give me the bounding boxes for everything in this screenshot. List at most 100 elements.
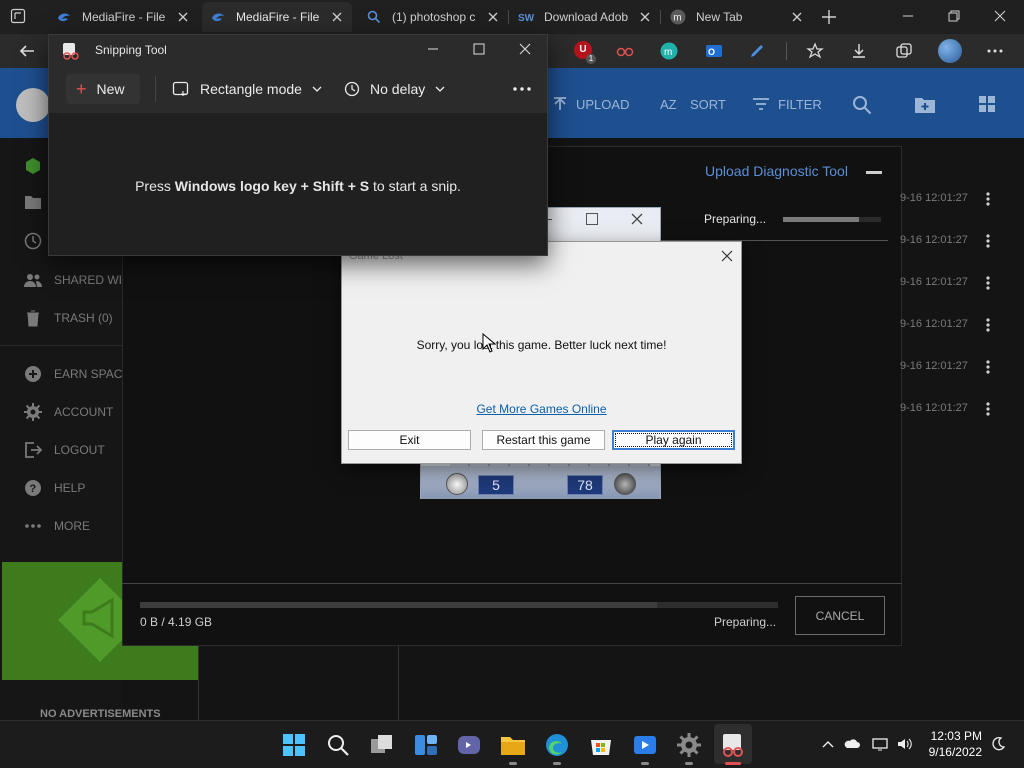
glasses-extension-icon[interactable] (616, 42, 634, 60)
upload-icon (554, 97, 566, 110)
volume-icon[interactable] (896, 736, 912, 752)
tab-actions-icon[interactable] (10, 8, 26, 24)
row-menu-icon[interactable] (984, 233, 992, 249)
taskbar-time[interactable]: 12:03 PM (930, 729, 982, 743)
minimize-icon[interactable] (426, 42, 440, 56)
folder-icon[interactable] (24, 194, 42, 210)
cancel-button[interactable]: CANCEL (795, 596, 885, 635)
transfer-size: 0 B / 4.19 GB (140, 615, 213, 629)
browser-tab[interactable]: (1) photoshop c (358, 2, 508, 32)
exit-button[interactable]: Exit (348, 430, 471, 450)
widgets-icon[interactable] (413, 732, 439, 758)
snipping-tool-taskbar-icon[interactable] (720, 732, 746, 758)
windows-start-icon[interactable] (281, 732, 307, 758)
no-ads-label: NO ADVERTISEMENTS (40, 708, 161, 720)
recent-clock-icon[interactable] (24, 232, 42, 250)
snip-mode-dropdown[interactable]: Rectangle mode (172, 80, 322, 98)
display-icon[interactable] (872, 736, 888, 752)
downloads-icon[interactable] (850, 42, 868, 60)
microsoft-store-icon[interactable] (588, 732, 614, 758)
more-menu-icon[interactable] (986, 42, 1004, 60)
pen-extension-icon[interactable] (748, 42, 766, 60)
browser-tab[interactable]: m New Tab (662, 2, 812, 32)
onedrive-cloud-icon[interactable] (844, 736, 860, 752)
filter-label: FILTER (778, 96, 822, 112)
close-icon[interactable] (638, 10, 652, 24)
browser-tab[interactable]: SW Download Adob (510, 2, 660, 32)
settings-gear-icon[interactable] (676, 732, 702, 758)
sidebar-item-trash[interactable]: TRASH (0) (24, 307, 113, 329)
close-window-icon[interactable] (990, 6, 1010, 26)
close-icon[interactable] (518, 42, 532, 56)
close-icon[interactable] (720, 249, 734, 263)
delay-dropdown[interactable]: No delay (344, 80, 445, 98)
minimize-icon[interactable] (898, 6, 918, 26)
row-menu-icon[interactable] (984, 359, 992, 375)
new-tab-icon[interactable] (820, 8, 838, 26)
sidebar-item-logout[interactable]: LOGOUT (24, 439, 105, 461)
upload-button[interactable]: UPLOAD (552, 93, 629, 115)
upload-row-timestamp: 9-16 12:01:27 (900, 360, 968, 372)
more-options-icon[interactable] (512, 86, 532, 92)
sidebar-item-help[interactable]: ? HELP (24, 477, 85, 499)
close-icon[interactable] (630, 212, 644, 226)
toolbar-divider (155, 76, 156, 102)
close-icon[interactable] (176, 10, 190, 24)
media-player-icon[interactable] (632, 732, 658, 758)
filter-button[interactable]: FILTER (752, 93, 822, 115)
taskbar-date[interactable]: 9/16/2022 (922, 745, 982, 759)
close-icon[interactable] (330, 10, 344, 24)
restart-game-button[interactable]: Restart this game (482, 430, 605, 450)
new-snip-button[interactable]: + New (66, 74, 140, 104)
teams-chat-icon[interactable] (456, 732, 482, 758)
tab-label: Download Adob (544, 10, 629, 24)
sidebar-item-label: TRASH (0) (54, 311, 113, 325)
outlook-extension-icon[interactable]: O (705, 42, 723, 60)
tab-divider (660, 10, 661, 24)
row-menu-icon[interactable] (984, 401, 992, 417)
help-icon: ? (25, 480, 41, 496)
snip-mode-label: Rectangle mode (200, 81, 302, 97)
chevron-up-icon[interactable] (820, 736, 836, 752)
close-icon[interactable] (486, 10, 500, 24)
grid-view-icon[interactable] (978, 95, 996, 113)
sw-icon: SW (518, 9, 534, 25)
filter-icon (753, 98, 769, 110)
focus-moon-icon[interactable] (990, 736, 1006, 752)
play-again-button[interactable]: Play again (612, 430, 735, 450)
instructions-prefix: Press (135, 178, 175, 194)
collections-icon[interactable] (895, 42, 913, 60)
favorites-icon[interactable] (806, 42, 824, 60)
more-games-link[interactable]: Get More Games Online (341, 402, 742, 416)
user-avatar[interactable] (16, 88, 50, 122)
row-menu-icon[interactable] (984, 317, 992, 333)
task-view-icon[interactable] (369, 732, 395, 758)
maximize-icon[interactable] (472, 42, 486, 56)
search-icon[interactable] (325, 732, 351, 758)
row-menu-icon[interactable] (984, 275, 992, 291)
mouse-pointer-icon (482, 333, 496, 353)
search-icon[interactable] (852, 95, 872, 115)
trash-icon (27, 310, 39, 327)
new-folder-icon[interactable] (914, 94, 936, 114)
sort-button[interactable]: AZ SORT (660, 93, 726, 115)
browser-tab[interactable]: MediaFire - File (48, 2, 198, 32)
edge-browser-icon[interactable] (544, 732, 570, 758)
file-explorer-icon[interactable] (500, 732, 526, 758)
back-arrow-icon[interactable] (18, 42, 36, 60)
row-menu-icon[interactable] (984, 191, 992, 207)
sidebar-item-account[interactable]: ACCOUNT (24, 401, 113, 423)
minimize-panel-icon[interactable] (866, 171, 882, 174)
close-icon[interactable] (790, 10, 804, 24)
sidebar-item-shared[interactable]: SHARED WIT (24, 269, 129, 291)
hexagon-icon[interactable] (24, 157, 42, 175)
sidebar-item-more[interactable]: MORE (24, 515, 90, 537)
restore-icon[interactable] (944, 6, 964, 26)
sidebar-item-earn-space[interactable]: EARN SPACE (24, 363, 130, 385)
teal-m-extension-icon[interactable]: m (660, 42, 678, 60)
tab-label: MediaFire - File (82, 10, 166, 24)
browser-tab-active[interactable]: MediaFire - File (202, 2, 352, 32)
sidebar-item-label: MORE (54, 519, 90, 533)
profile-avatar[interactable] (938, 39, 962, 63)
maximize-icon[interactable] (586, 213, 598, 225)
